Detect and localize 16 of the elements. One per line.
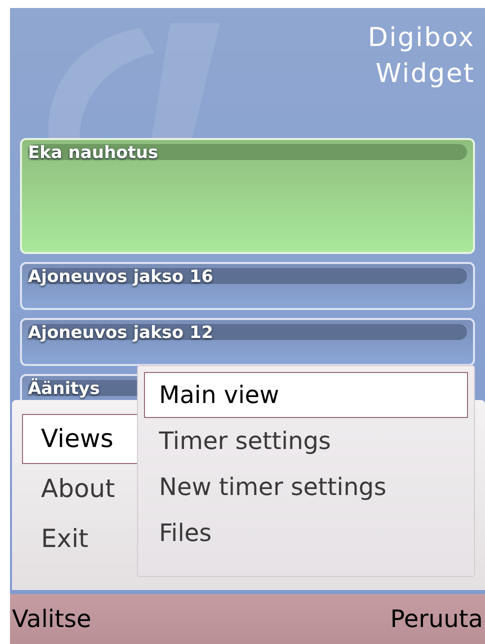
menu-item[interactable]: Exit: [22, 514, 142, 564]
recording-title: Ajoneuvos jakso 12: [28, 322, 214, 345]
submenu-item[interactable]: Files: [144, 510, 468, 556]
recording-title: Eka nauhotus: [28, 142, 158, 165]
menu-item[interactable]: About: [22, 464, 142, 514]
submenu-item[interactable]: New timer settings: [144, 464, 468, 510]
app-title: Digibox: [368, 22, 475, 55]
recording-title: Äänitys: [28, 377, 100, 401]
cancel-softkey[interactable]: Peruuta: [390, 601, 483, 637]
recording-item[interactable]: Ajoneuvos jakso 16: [20, 262, 475, 310]
select-softkey[interactable]: Valitse: [12, 601, 92, 637]
recording-item[interactable]: Ajoneuvos jakso 12: [20, 318, 475, 366]
app-title: Widget: [376, 58, 475, 91]
submenu-item[interactable]: Main view: [144, 372, 468, 418]
recording-title: Ajoneuvos jakso 16: [28, 266, 214, 289]
submenu-item[interactable]: Timer settings: [144, 418, 468, 464]
